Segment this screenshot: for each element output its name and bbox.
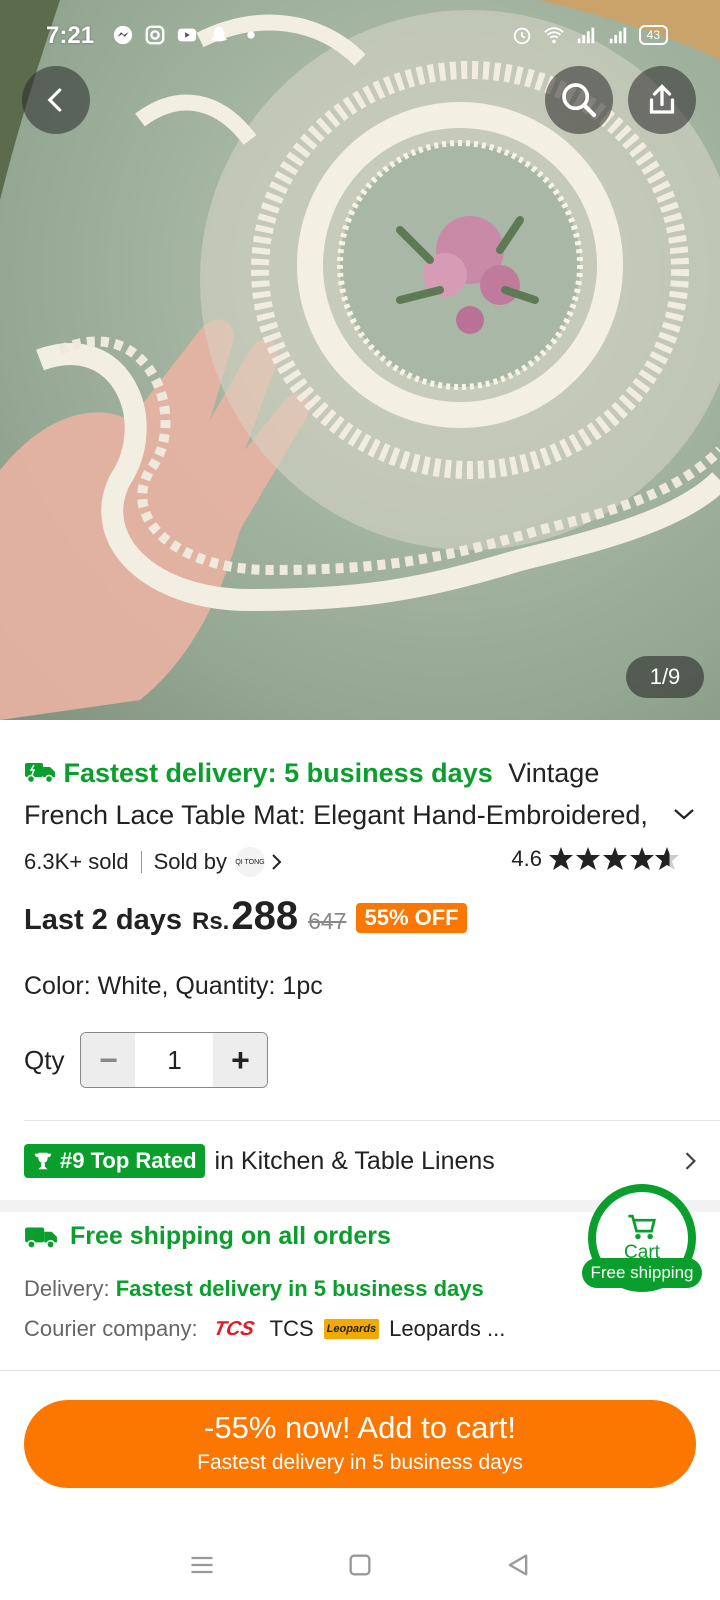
increase-button[interactable]: + (213, 1033, 268, 1087)
dot-icon (247, 31, 255, 39)
sold-count: 6.3K+ sold (24, 849, 129, 874)
seller-logo[interactable]: QI TONG (234, 847, 265, 877)
free-shipping-row[interactable]: Free shipping on all orders (24, 1222, 391, 1251)
original-price: 647 (308, 908, 347, 934)
menu-icon[interactable] (188, 1551, 216, 1579)
chevron-right-icon (685, 1152, 696, 1170)
currency: Rs. (191, 908, 230, 935)
sales-seller-row: 6.3K+ sold Sold by QI TONG 4.6 (24, 846, 700, 878)
rating[interactable]: 4.6 (511, 846, 680, 872)
cart-free-shipping-badge: Free shipping (582, 1258, 702, 1288)
signal-icon (577, 27, 594, 44)
top-rated-badge: #9 Top Rated (24, 1144, 205, 1178)
share-icon (649, 84, 675, 114)
variant-label: Color: (24, 972, 91, 1000)
courier-label: Courier company: (24, 1316, 198, 1341)
delivery-info: Delivery: Fastest delivery in 5 business… (24, 1276, 484, 1302)
add-to-cart-button[interactable]: -55% now! Add to cart! Fastest delivery … (24, 1400, 696, 1488)
trophy-icon (34, 1152, 52, 1170)
price-prefix: Last 2 days (24, 904, 182, 936)
cart-icon (628, 1214, 657, 1240)
chevron-right-icon[interactable] (269, 852, 285, 872)
delivery-truck-icon (25, 1226, 57, 1249)
top-rated-text: #9 Top Rated (60, 1148, 197, 1173)
search-icon (562, 83, 597, 118)
alarm-icon (513, 27, 530, 45)
delivery-truck-icon (25, 763, 55, 784)
courier-info: Courier company: TCS TCS Leopards Leopar… (24, 1316, 505, 1342)
add-to-cart-subtitle: Fastest delivery in 5 business days (197, 1451, 523, 1474)
variant-value: White, Quantity: 1pc (97, 972, 323, 1000)
product-title[interactable]: Fastest delivery: 5 business days Vintag… (24, 752, 674, 836)
sold-by-label: Sold by (153, 849, 227, 874)
home-icon[interactable] (346, 1551, 374, 1579)
ranking-category: in Kitchen & Table Linens (214, 1146, 495, 1175)
price-row: Last 2 days Rs. 288 647 55% OFF (24, 894, 467, 944)
courier-tcs: TCS (269, 1316, 314, 1341)
product-image[interactable]: 7:21 43 1/9 (0, 0, 720, 720)
messenger-icon (113, 25, 133, 45)
variant-selector[interactable]: Color: White, Quantity: 1pc (24, 972, 323, 1001)
decrease-button[interactable]: − (81, 1033, 136, 1087)
search-button[interactable] (545, 66, 613, 134)
free-shipping-text: Free shipping on all orders (70, 1222, 391, 1250)
quantity-label: Qty (24, 1044, 65, 1075)
tcs-logo: TCS (211, 1318, 256, 1340)
signal-icon (609, 27, 626, 44)
image-counter: 1/9 (626, 656, 704, 698)
wifi-icon (543, 27, 564, 44)
chevron-down-icon[interactable] (672, 806, 696, 822)
instagram-icon (145, 25, 165, 45)
back-icon[interactable] (504, 1551, 532, 1579)
status-time: 7:21 (46, 22, 95, 49)
quantity-stepper: − 1 + (80, 1032, 269, 1088)
delivery-value: Fastest delivery in 5 business days (115, 1276, 484, 1301)
quantity-row: Qty − 1 + (24, 1032, 269, 1088)
back-button[interactable] (22, 66, 90, 134)
price: 288 (231, 894, 299, 938)
divider (0, 1370, 720, 1371)
rating-value: 4.6 (511, 846, 542, 871)
leopards-logo: Leopards (323, 1319, 380, 1339)
delivery-badge: Fastest delivery: 5 business days (63, 758, 493, 788)
snapchat-icon (210, 26, 228, 42)
ranking-row[interactable]: #9 Top Rated in Kitchen & Table Linens (24, 1143, 700, 1179)
discount-badge: 55% OFF (356, 903, 467, 933)
divider (24, 1120, 720, 1121)
courier-leopards: Leopards ... (389, 1316, 506, 1341)
add-to-cart-label: -55% now! Add to cart! (204, 1410, 516, 1445)
rating-stars-icon (549, 847, 679, 870)
status-bar: 7:21 43 (0, 0, 720, 70)
share-button[interactable] (628, 66, 696, 134)
chevron-left-icon (47, 88, 62, 112)
battery-icon: 43 (638, 25, 668, 45)
quantity-value[interactable]: 1 (135, 1033, 213, 1087)
delivery-label: Delivery: (24, 1276, 110, 1301)
divider (140, 851, 142, 873)
system-nav-bar (0, 1530, 720, 1600)
youtube-icon (177, 28, 197, 42)
